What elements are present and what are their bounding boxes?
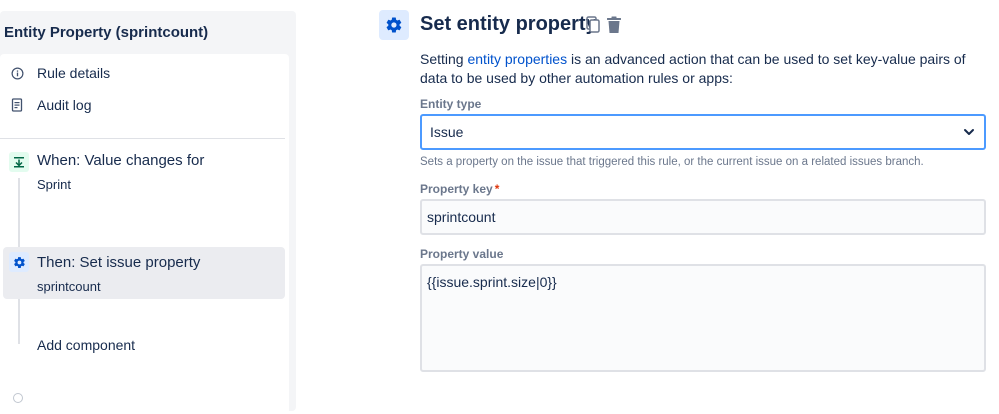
add-component-link[interactable]: Add component [37, 337, 135, 353]
entity-type-select[interactable]: Issue [420, 114, 986, 150]
property-value-text: {{issue.sprint.size|0}} [427, 274, 557, 290]
entity-type-label: Entity type [420, 97, 482, 111]
nav-audit-log[interactable]: Audit log [10, 93, 91, 117]
trash-icon[interactable] [606, 16, 622, 34]
property-value-textarea[interactable]: {{issue.sprint.size|0}} [420, 264, 986, 372]
rule-outline: Rule details Audit log When: Value chang… [0, 54, 289, 414]
info-icon [10, 66, 24, 80]
trigger-icon [9, 152, 29, 172]
nav-rule-details[interactable]: Rule details [10, 61, 110, 85]
property-key-label-text: Property key [420, 182, 493, 196]
nav-divider [0, 138, 285, 139]
trigger-title: When: Value changes for [37, 152, 205, 169]
rule-sidebar: Entity Property (sprintcount) Rule detai… [0, 11, 296, 414]
editor-description: Setting entity properties is an advanced… [420, 50, 985, 88]
editor-title: Set entity property [420, 13, 597, 35]
description-prefix: Setting [420, 51, 468, 67]
rule-title: Entity Property (sprintcount) [4, 24, 209, 41]
required-mark: * [494, 182, 500, 196]
document-icon [10, 98, 24, 112]
action-component[interactable]: Then: Set issue property sprintcount [3, 247, 285, 299]
nav-audit-log-label: Audit log [37, 97, 92, 113]
nav-rule-details-label: Rule details [37, 65, 111, 81]
property-key-input[interactable]: sprintcount [420, 199, 986, 235]
action-subtitle: sprintcount [37, 279, 101, 294]
property-value-label: Property value [420, 247, 504, 261]
property-key-value: sprintcount [427, 209, 496, 225]
action-title: Then: Set issue property [37, 254, 201, 271]
add-component-dot [13, 393, 23, 403]
entity-properties-link[interactable]: entity properties [467, 51, 567, 67]
entity-type-helper: Sets a property on the issue that trigge… [420, 156, 924, 168]
trigger-component[interactable]: When: Value changes for Sprint [3, 146, 285, 206]
gear-icon [9, 252, 29, 272]
property-key-label: Property key * [420, 182, 499, 196]
entity-type-value: Issue [430, 124, 464, 140]
chevron-down-icon [962, 125, 976, 139]
gear-icon [379, 10, 409, 40]
copy-icon[interactable] [585, 16, 601, 34]
trigger-subtitle: Sprint [37, 177, 71, 192]
